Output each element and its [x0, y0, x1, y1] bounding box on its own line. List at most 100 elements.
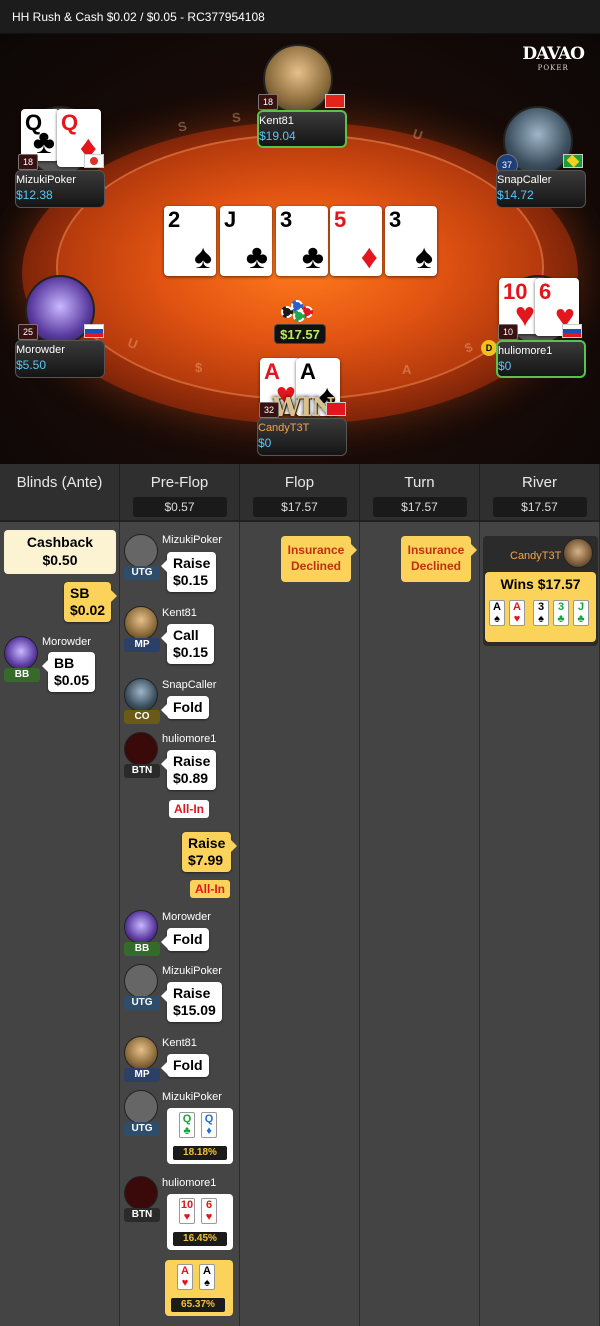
player-name: MizukiPoker: [162, 965, 222, 977]
all-in-badge: All-In: [190, 880, 230, 898]
russia-flag-icon: [562, 324, 582, 338]
column-turn: [360, 464, 480, 1326]
seat-mizukipoker[interactable]: MizukiPoker $12.38: [15, 170, 105, 208]
brazil-flag-icon: [563, 154, 583, 168]
board-card: 2 ♠: [164, 206, 216, 276]
show-card: J ♣: [573, 600, 589, 626]
level-badge: 10: [498, 324, 518, 340]
header-preflop[interactable]: Pre-Flop $0.57: [120, 464, 240, 522]
board-card: 3 ♠: [385, 206, 437, 276]
equity-percent: 65.37%: [171, 1298, 225, 1312]
level-badge: 25: [18, 324, 38, 340]
avatar-mizukipoker: [124, 964, 158, 998]
action-bubble: Raise $15.09: [161, 982, 222, 1022]
player-name: huliomore1: [162, 1177, 217, 1189]
show-card: A ♥: [509, 600, 525, 626]
column-flop: [240, 464, 360, 1326]
position-badge: BTN: [124, 764, 160, 778]
board-card: 3 ♣: [276, 206, 328, 276]
player-name: Kent81: [162, 607, 197, 619]
seat-snapcaller[interactable]: SnapCaller $14.72: [496, 170, 586, 208]
player-name: MizukiPoker: [162, 534, 222, 546]
flag-icon: [326, 402, 346, 416]
slovenia-flag-icon: [84, 324, 104, 338]
player-name: Morowder: [162, 911, 211, 923]
pot-amount: $17.57: [274, 324, 326, 344]
pot-chips-icon: [281, 296, 319, 324]
dealer-button-icon: D: [481, 340, 497, 356]
action-bubble: Raise $0.15: [160, 552, 217, 592]
header-turn[interactable]: Turn $17.57: [360, 464, 480, 522]
winner-name: CandyT3T: [510, 550, 562, 562]
bb-bubble: BB $0.05: [41, 652, 96, 692]
player-name: Kent81: [162, 1037, 197, 1049]
street-header: Blinds (Ante) Pre-Flop $0.57 Flop $17.57 T…: [0, 464, 600, 522]
rail-letter: S: [176, 118, 189, 135]
show-card: 10 ♥: [179, 1198, 195, 1224]
show-card: 6 ♥: [201, 1198, 217, 1224]
wins-amount: Wins $17.57: [500, 576, 581, 592]
hero-showdown-hand: A ♥ A ♠ 65.37%: [165, 1260, 233, 1316]
position-badge: BB: [124, 942, 160, 956]
action-bubble: Call $0.15: [160, 624, 215, 664]
action-bubble: Raise $0.89: [160, 750, 217, 790]
avatar-kent81: [124, 606, 158, 640]
board-card: J ♣: [220, 206, 272, 276]
level-badge: 18: [258, 94, 278, 110]
equity-percent: 18.18%: [173, 1146, 227, 1160]
header-blinds[interactable]: Blinds (Ante): [0, 464, 120, 522]
seat-candyt3t[interactable]: CandyT3T $0: [257, 418, 347, 456]
all-in-badge: All-In: [169, 800, 209, 818]
rail-letter: $: [195, 360, 203, 375]
header-river[interactable]: River $17.57: [480, 464, 600, 522]
davao-poker-logo: DAVAO POKER: [522, 44, 585, 72]
avatar-morowder: [124, 910, 158, 944]
hand-history-panel: Blinds (Ante) Pre-Flop $0.57 Flop $17.57 T…: [0, 464, 600, 1326]
win-badge: WIN: [272, 393, 335, 423]
position-badge: UTG: [124, 996, 160, 1010]
avatar-snapcaller: [124, 678, 158, 712]
level-badge: 18: [18, 154, 38, 170]
albania-flag-icon: [325, 94, 345, 108]
level-badge: 32: [259, 402, 279, 418]
seat-morowder[interactable]: Morowder $5.50: [15, 340, 105, 378]
avatar-mizukipoker: [124, 1090, 158, 1124]
player-name: SnapCaller: [162, 679, 217, 691]
insurance-declined-flop: Insurance Declined: [281, 536, 357, 582]
position-badge: CO: [124, 710, 160, 724]
avatar-huliomore1: [124, 1176, 158, 1210]
avatar-morowder: [4, 636, 38, 670]
position-badge: BTN: [124, 1208, 160, 1222]
river-result-box: CandyT3T Wins $17.57 A ♠ A ♥ 3 ♠ 3 ♣ J ♣: [483, 536, 598, 646]
avatar-candyt3t: [563, 538, 593, 568]
show-card: Q ♣: [179, 1112, 195, 1138]
position-badge: MP: [124, 638, 160, 652]
player-name: huliomore1: [162, 733, 217, 745]
position-badge: UTG: [124, 566, 160, 580]
avatar-mizukipoker: [124, 534, 158, 568]
show-card: Q ♦: [201, 1112, 217, 1138]
show-card: 3 ♣: [553, 600, 569, 626]
position-badge: MP: [124, 1068, 160, 1082]
header-flop[interactable]: Flop $17.57: [240, 464, 360, 522]
position-badge: UTG: [124, 1122, 160, 1136]
avatar-huliomore1: [124, 732, 158, 766]
board-card: 5 ♦: [330, 206, 382, 276]
rail-letter: S: [231, 109, 242, 126]
action-bubble: Fold: [161, 696, 209, 719]
poker-table: S S U $ A $ U DAVAO POKER 18 Kent81 $19.…: [0, 34, 600, 464]
showdown-hand: 10 ♥ 6 ♥ 16.45%: [167, 1194, 233, 1250]
sb-bubble: SB $0.02: [64, 582, 118, 622]
show-card: 3 ♠: [533, 600, 549, 626]
show-card: A ♥: [177, 1264, 193, 1290]
player-name: MizukiPoker: [162, 1091, 222, 1103]
seat-kent81[interactable]: Kent81 $19.04: [257, 110, 347, 148]
hero-action-bubble: Raise $7.99: [182, 832, 238, 872]
hand-history-title: HH Rush & Cash $0.02 / $0.05 - RC3779541…: [0, 0, 600, 34]
equity-percent: 16.45%: [173, 1232, 227, 1246]
rail-letter: A: [402, 362, 412, 377]
seat-huliomore1[interactable]: huliomore1 $0: [496, 340, 586, 378]
winning-hand-box: Wins $17.57 A ♠ A ♥ 3 ♠ 3 ♣ J ♣: [485, 572, 596, 642]
player-name: Morowder: [42, 636, 91, 648]
action-bubble: Fold: [161, 1054, 209, 1077]
